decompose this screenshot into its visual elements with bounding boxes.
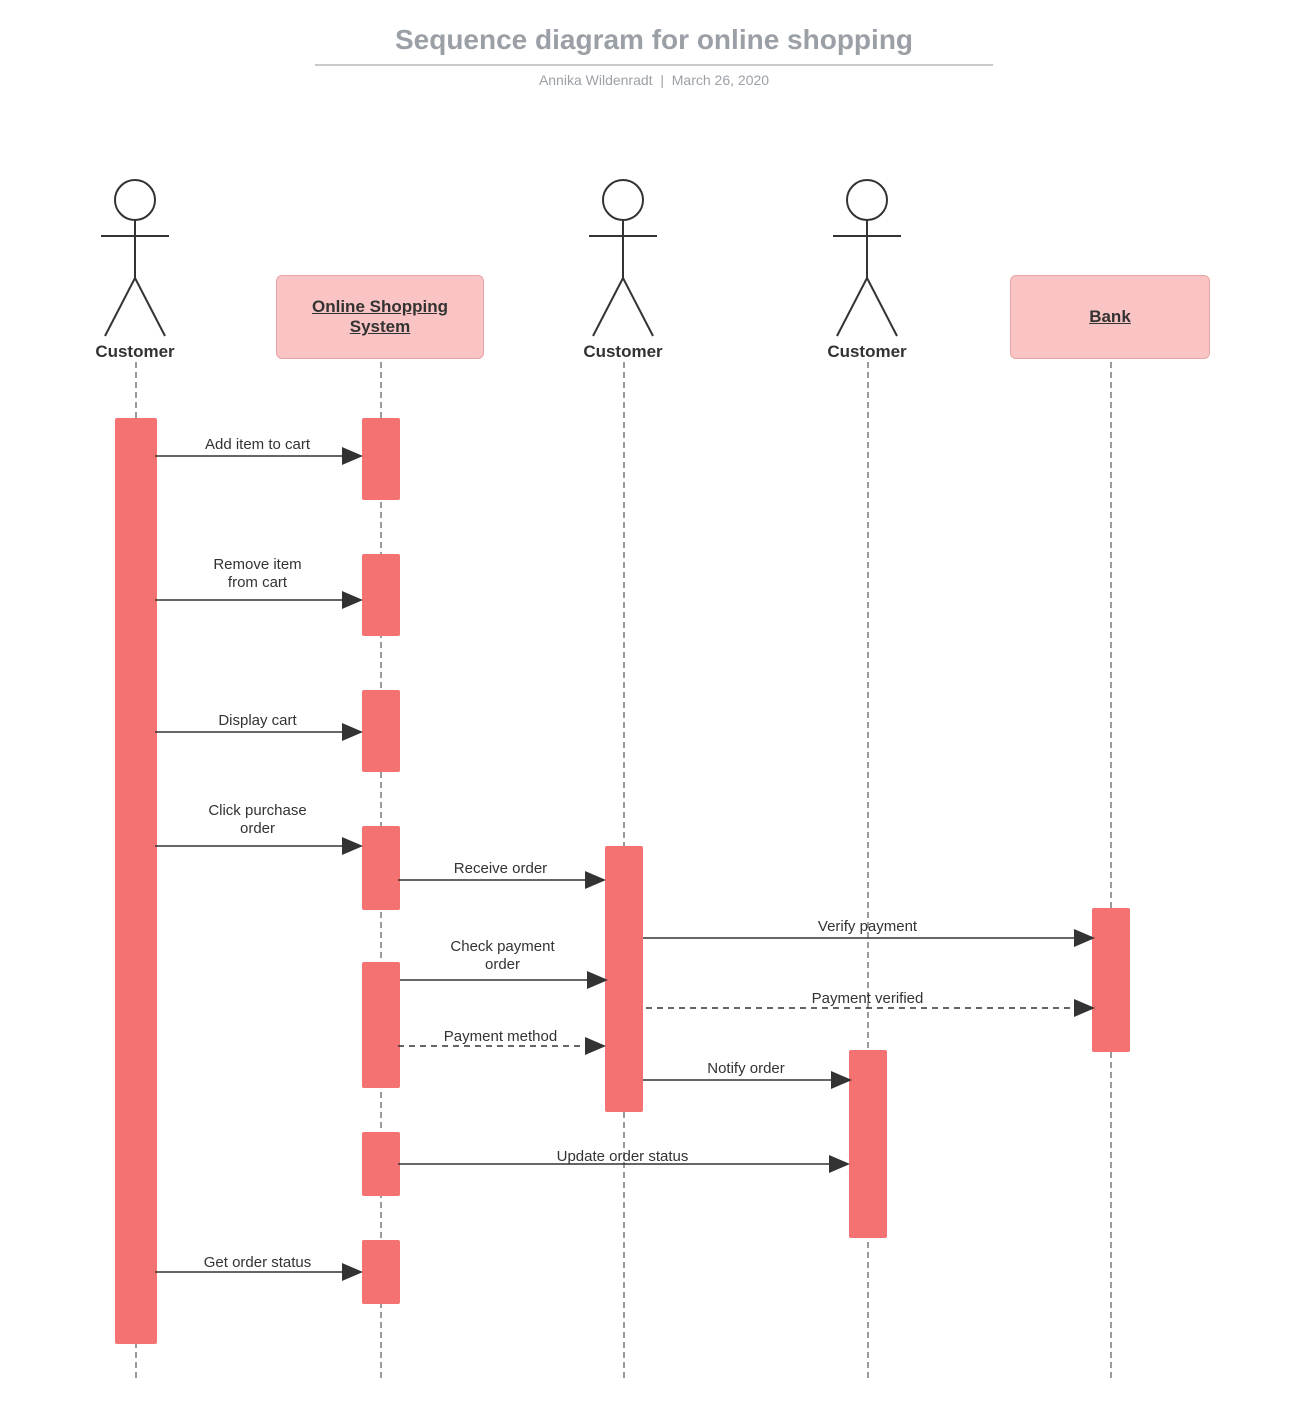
message-label: Notify order — [656, 1060, 836, 1078]
activation-bar — [362, 826, 400, 910]
message-label: Click purchase order — [168, 802, 348, 838]
message-label: Payment verified — [778, 990, 958, 1008]
actor-p1: Customer — [75, 178, 195, 362]
message-label: Display cart — [168, 712, 348, 730]
message-label: Verify payment — [778, 918, 958, 936]
participant-label: Bank — [1089, 307, 1131, 327]
activation-bar — [1092, 908, 1130, 1052]
message-label: Add item to cart — [168, 436, 348, 454]
activation-bar — [362, 962, 400, 1088]
message-label: Receive order — [411, 860, 591, 878]
participant-box-p2: Online Shopping System — [276, 275, 484, 359]
activation-bar — [115, 418, 157, 1344]
actor-icon — [827, 178, 907, 338]
diagram-root: Sequence diagram for online shopping Ann… — [0, 0, 1308, 1422]
activation-bar — [362, 1240, 400, 1304]
activation-bar — [362, 418, 400, 500]
message-label: Remove item from cart — [168, 556, 348, 592]
actor-p4: Customer — [807, 178, 927, 362]
activation-bar — [849, 1050, 887, 1238]
actor-label: Customer — [563, 342, 683, 362]
activation-bar — [605, 846, 643, 1112]
participant-box-p5: Bank — [1010, 275, 1210, 359]
lifeline-p5 — [1110, 362, 1112, 1378]
actor-icon — [95, 178, 175, 338]
activation-bar — [362, 554, 400, 636]
message-label: Get order status — [168, 1254, 348, 1272]
actor-label: Customer — [75, 342, 195, 362]
message-label: Payment method — [411, 1028, 591, 1046]
diagram-canvas: Customer Online Shopping System Customer Cu… — [0, 0, 1308, 1422]
message-label: Update order status — [533, 1148, 713, 1166]
actor-icon — [583, 178, 663, 338]
activation-bar — [362, 690, 400, 772]
participant-label: Online Shopping System — [289, 297, 471, 337]
message-label: Check payment order — [413, 938, 593, 974]
actor-p3: Customer — [563, 178, 683, 362]
actor-label: Customer — [807, 342, 927, 362]
activation-bar — [362, 1132, 400, 1196]
